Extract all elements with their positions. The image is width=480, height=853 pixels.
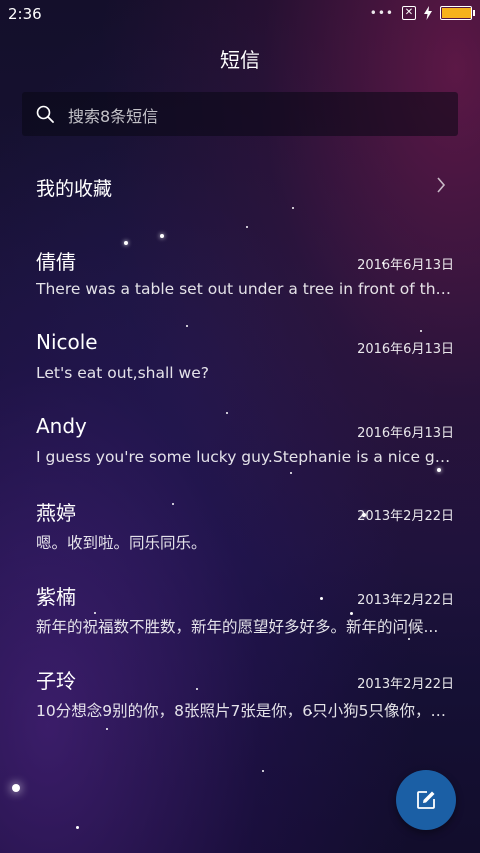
more-dots-icon: ••• <box>369 6 394 20</box>
contact-name: 紫楠 <box>36 585 76 609</box>
conversation-item[interactable]: Nicole 2016年6月13日 Let's eat out,shall we… <box>36 330 454 392</box>
message-preview: 新年的祝福数不胜数，新年的愿望好多好多。新年的问候... <box>36 618 439 636</box>
battery-icon <box>440 6 475 20</box>
contact-name: 子玲 <box>36 669 76 693</box>
message-preview: There was a table set out under a tree i… <box>36 280 454 298</box>
contact-name: Nicole <box>36 330 98 354</box>
message-date: 2013年2月22日 <box>357 677 454 692</box>
status-bar: 2:36 ••• ✕ <box>0 0 480 28</box>
search-icon <box>36 105 54 127</box>
message-preview: I guess you're some lucky guy.Stephanie … <box>36 448 454 466</box>
contact-name: 燕婷 <box>36 501 76 525</box>
battery-level-fill <box>442 8 471 18</box>
favorites-label: 我的收藏 <box>36 178 113 200</box>
conversation-item[interactable]: 燕婷 2013年2月22日 嗯。收到啦。同乐同乐。 <box>36 497 454 559</box>
message-preview: 10分想念9别的你，8张照片7张是你，6只小狗5只像你，4... <box>36 702 454 720</box>
status-time: 2:36 <box>8 5 42 23</box>
message-preview: 嗯。收到啦。同乐同乐。 <box>36 534 207 552</box>
message-date: 2013年2月22日 <box>357 509 454 524</box>
search-bar[interactable]: 搜索8条短信 <box>22 92 458 136</box>
message-date: 2016年6月13日 <box>357 426 454 441</box>
chevron-right-icon <box>436 176 446 198</box>
message-preview: Let's eat out,shall we? <box>36 364 209 382</box>
message-date: 2016年6月13日 <box>357 258 454 273</box>
message-date: 2013年2月22日 <box>357 593 454 608</box>
compose-button[interactable] <box>396 770 456 830</box>
charging-icon <box>424 6 432 20</box>
favorites-row[interactable]: 我的收藏 <box>36 172 446 200</box>
conversation-item[interactable]: 子玲 2013年2月22日 10分想念9别的你，8张照片7张是你，6只小狗5只像… <box>36 665 454 727</box>
page-title: 短信 <box>220 48 260 72</box>
contact-name: Andy <box>36 414 87 438</box>
contact-name: 倩倩 <box>36 250 76 274</box>
sim-blocked-icon: ✕ <box>402 6 416 20</box>
message-date: 2016年6月13日 <box>357 342 454 357</box>
conversation-item[interactable]: 紫楠 2013年2月22日 新年的祝福数不胜数，新年的愿望好多好多。新年的问候.… <box>36 581 454 643</box>
conversation-item[interactable]: 倩倩 2016年6月13日 There was a table set out … <box>36 246 454 308</box>
conversation-item[interactable]: Andy 2016年6月13日 I guess you're some luck… <box>36 414 454 476</box>
search-input[interactable]: 搜索8条短信 <box>68 103 158 127</box>
status-icons: ••• ✕ <box>369 6 475 20</box>
